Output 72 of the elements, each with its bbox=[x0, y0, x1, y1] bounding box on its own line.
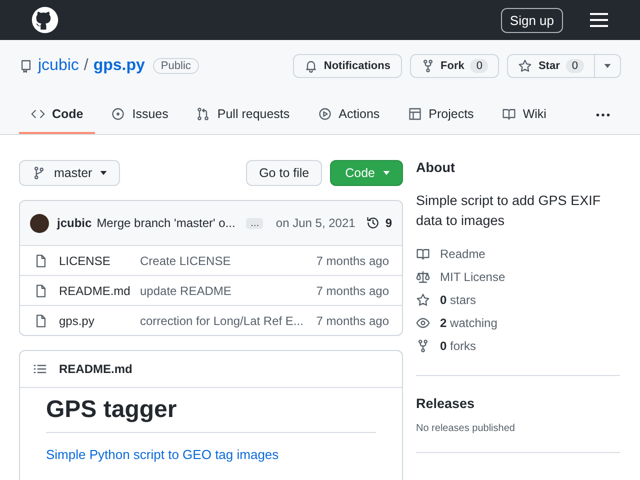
expand-button[interactable]: … bbox=[246, 218, 264, 228]
file-commit-message[interactable]: Create LICENSE bbox=[140, 254, 231, 268]
sign-up-button[interactable]: Sign up bbox=[500, 8, 563, 32]
file-commit-message[interactable]: correction for Long/Lat Ref E... bbox=[140, 314, 304, 328]
readme-link[interactable]: Simple Python script to GEO tag images bbox=[46, 447, 279, 462]
star-dropdown-button[interactable] bbox=[594, 54, 621, 78]
file-icon bbox=[34, 314, 48, 328]
owner-link[interactable]: jcubic bbox=[38, 57, 79, 75]
branch-button[interactable]: master bbox=[19, 160, 120, 186]
commit-count: 9 bbox=[385, 216, 392, 230]
repo-action-button[interactable]: Notifications bbox=[292, 54, 402, 78]
go-to-file-button[interactable]: Go to file bbox=[246, 160, 322, 186]
scale-icon bbox=[416, 270, 430, 284]
count-badge: 0 bbox=[566, 59, 584, 73]
menu-icon[interactable] bbox=[590, 13, 608, 27]
repo-description: Simple script to add GPS EXIF data to images bbox=[416, 192, 602, 230]
commit-date: on Jun 5, 2021 bbox=[276, 216, 356, 230]
file-commit-message[interactable]: update README bbox=[140, 284, 232, 298]
count-badge: 0 bbox=[470, 59, 488, 73]
avatar-circle bbox=[30, 214, 49, 232]
book-icon bbox=[416, 246, 430, 260]
file-name-link[interactable]: LICENSE bbox=[59, 254, 140, 268]
repo-action-button[interactable]: Star 0 bbox=[507, 54, 595, 78]
repo-tab[interactable]: Projects bbox=[396, 96, 486, 134]
file-name-link[interactable]: README.md bbox=[59, 284, 140, 298]
file-icon bbox=[34, 284, 48, 298]
pull-request-icon bbox=[196, 107, 210, 121]
fork-icon bbox=[420, 59, 434, 73]
play-icon bbox=[318, 107, 332, 121]
repo-tab[interactable]: Code bbox=[19, 96, 96, 134]
repo-name-link[interactable]: gps.py bbox=[93, 57, 145, 75]
repo-tab[interactable]: Actions bbox=[306, 96, 392, 134]
file-age: 7 months ago bbox=[316, 284, 389, 298]
commit-author-link[interactable]: jcubic bbox=[57, 216, 92, 230]
file-age: 7 months ago bbox=[316, 254, 389, 268]
readme-heading: GPS tagger bbox=[46, 396, 376, 433]
repo-tab[interactable]: Wiki bbox=[490, 96, 558, 134]
about-link[interactable]: 0 stars bbox=[440, 292, 476, 306]
about-link[interactable]: 0 forks bbox=[440, 338, 476, 352]
fork-icon bbox=[416, 338, 430, 352]
caret-icon bbox=[604, 64, 611, 68]
code-icon bbox=[31, 107, 45, 121]
history-icon[interactable] bbox=[366, 216, 380, 230]
bell-icon bbox=[304, 59, 318, 73]
branch-icon bbox=[32, 166, 46, 180]
file-name-link[interactable]: gps.py bbox=[59, 314, 140, 328]
about-link[interactable]: Readme bbox=[440, 246, 486, 260]
about-link[interactable]: 2 watching bbox=[440, 316, 498, 330]
more-icon[interactable] bbox=[596, 113, 610, 117]
repo-icon bbox=[19, 59, 33, 73]
table-icon bbox=[408, 107, 422, 121]
file-age: 7 months ago bbox=[316, 314, 389, 328]
releases-heading: Releases bbox=[416, 396, 476, 411]
file-icon bbox=[34, 254, 48, 268]
caret-icon bbox=[383, 171, 390, 175]
readme-filename: README.md bbox=[59, 362, 132, 376]
logo-icon[interactable] bbox=[31, 6, 59, 34]
path-separator: / bbox=[84, 57, 88, 75]
caret-icon bbox=[100, 171, 108, 175]
repo-tab[interactable]: Issues bbox=[99, 96, 180, 134]
releases-note: No releases published bbox=[416, 423, 516, 434]
eye-icon bbox=[416, 316, 430, 330]
repo-action-button[interactable]: Fork 0 bbox=[410, 54, 500, 78]
book-icon bbox=[502, 107, 516, 121]
list-icon[interactable] bbox=[33, 362, 47, 376]
visibility-label: Public bbox=[152, 58, 199, 74]
about-heading: About bbox=[416, 160, 456, 175]
about-link[interactable]: MIT License bbox=[440, 270, 506, 284]
repo-tab[interactable]: Pull requests bbox=[184, 96, 302, 134]
star-icon bbox=[416, 292, 430, 306]
commit-message: Merge branch 'master' o... bbox=[96, 216, 236, 230]
star-icon bbox=[518, 59, 532, 73]
